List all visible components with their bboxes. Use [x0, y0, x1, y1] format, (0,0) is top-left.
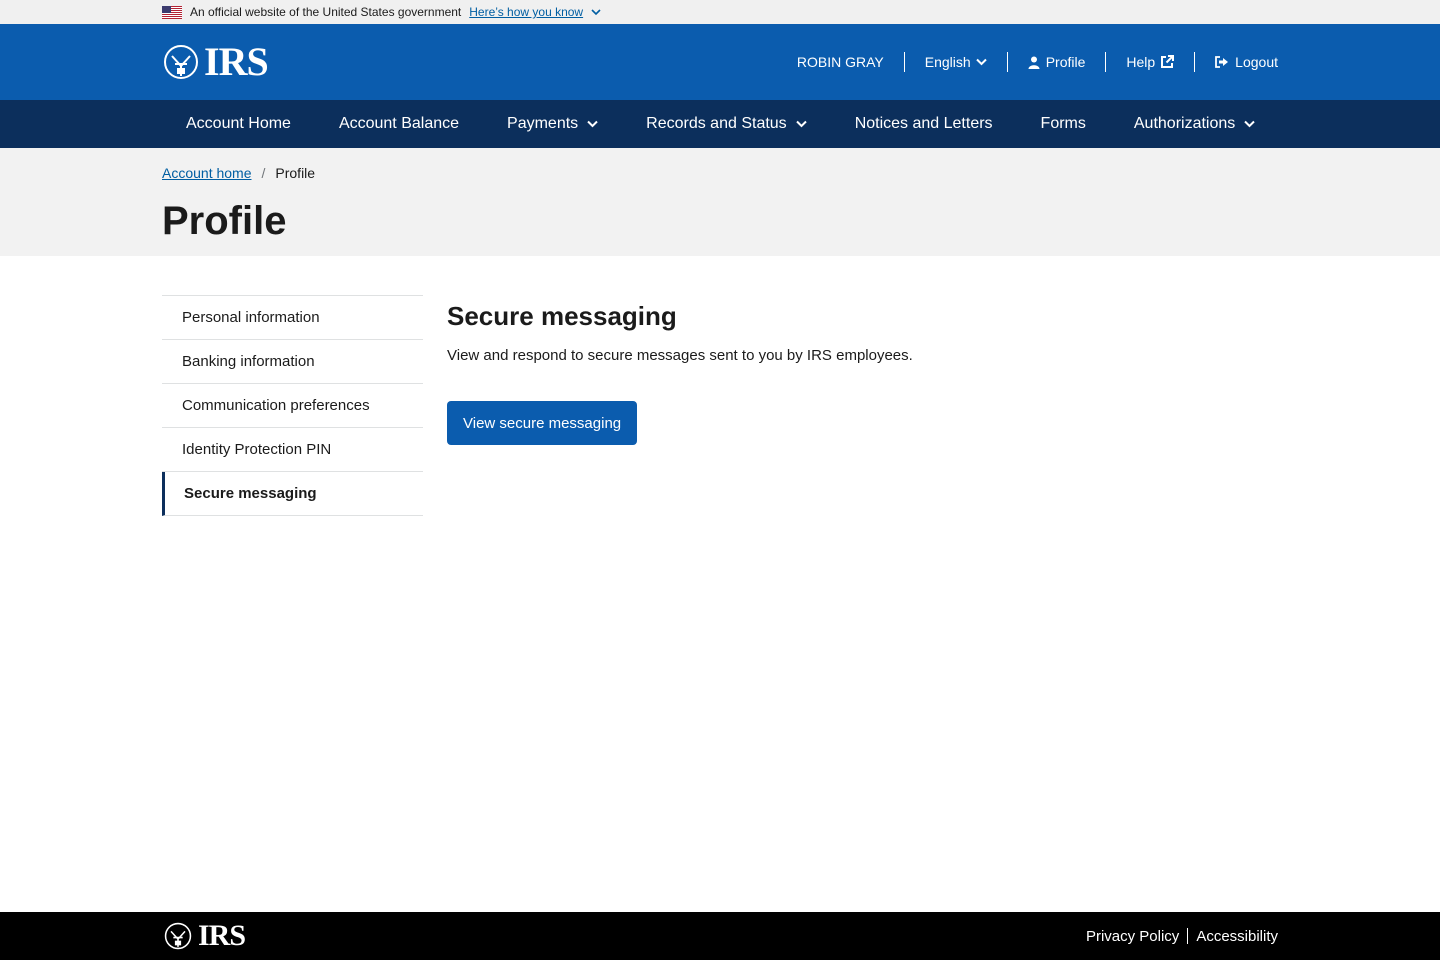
nav-label: Authorizations [1133, 115, 1236, 132]
user-name: ROBIN GRAY [777, 52, 904, 72]
sidenav-label: Personal information [182, 309, 320, 326]
nav-label: Records and Status [646, 115, 787, 132]
chevron-down-icon [975, 58, 987, 66]
sidenav-item-banking-information[interactable]: Banking information [162, 340, 423, 384]
footer-divider [1187, 928, 1189, 944]
gov-banner-text: An official website of the United States… [190, 5, 462, 19]
nav-account-home[interactable]: Account Home [162, 100, 315, 148]
nav-notices-and-letters[interactable]: Notices and Letters [831, 100, 1017, 148]
side-nav: Personal information Banking information… [162, 295, 423, 516]
sidenav-item-personal-information[interactable]: Personal information [162, 296, 423, 340]
nav-records-and-status[interactable]: Records and Status [622, 100, 831, 148]
chevron-down-icon [795, 120, 807, 128]
nav-label: Account Home [186, 115, 291, 132]
site-header: IRS ROBIN GRAY English Profile Help Logo… [0, 24, 1440, 100]
footer-links: Privacy Policy Accessibility [1086, 928, 1278, 945]
footer-logo-text: IRS [198, 919, 246, 952]
profile-label: Profile [1045, 54, 1086, 70]
breadcrumb: Account home / Profile [162, 164, 1278, 181]
logout-icon [1215, 56, 1229, 68]
external-link-icon [1161, 55, 1175, 68]
chevron-down-icon [587, 120, 598, 128]
gov-banner: An official website of the United States… [0, 0, 1440, 24]
nav-label: Payments [507, 115, 579, 132]
logo-text: IRS [204, 39, 269, 84]
chevron-down-icon [1244, 120, 1255, 128]
section-heading: Secure messaging [447, 301, 677, 331]
logout-link[interactable]: Logout [1194, 52, 1278, 72]
sidenav-label: Banking information [182, 353, 315, 370]
section-description: View and respond to secure messages sent… [447, 347, 913, 364]
sidenav-item-identity-protection-pin[interactable]: Identity Protection PIN [162, 428, 423, 472]
view-secure-messaging-button[interactable]: View secure messaging [447, 401, 638, 445]
sidenav-label: Secure messaging [184, 485, 317, 502]
nav-label: Notices and Letters [854, 115, 993, 132]
irs-eagle-icon [164, 45, 198, 79]
sidenav-item-communication-preferences[interactable]: Communication preferences [162, 384, 423, 428]
nav-authorizations[interactable]: Authorizations [1110, 100, 1279, 148]
user-name-text: ROBIN GRAY [796, 54, 884, 70]
language-selector[interactable]: English [903, 52, 1007, 72]
breadcrumb-separator: / [261, 164, 266, 181]
page-header: Account home / Profile Profile [0, 148, 1440, 256]
irs-eagle-icon [164, 922, 192, 950]
logout-label: Logout [1235, 54, 1278, 70]
profile-link[interactable]: Profile [1006, 52, 1106, 72]
help-link[interactable]: Help [1105, 52, 1194, 72]
breadcrumb-current: Profile [275, 164, 316, 181]
sidenav-label: Communication preferences [182, 397, 370, 414]
chevron-down-icon[interactable] [591, 7, 601, 17]
nav-payments[interactable]: Payments [483, 100, 622, 148]
nav-label: Account Balance [338, 115, 460, 132]
nav-account-balance[interactable]: Account Balance [315, 100, 483, 148]
user-icon [1028, 56, 1040, 69]
secure-messaging-section: Secure messaging View and respond to sec… [447, 295, 913, 516]
site-footer: IRS Privacy Policy Accessibility [0, 912, 1440, 960]
help-label: Help [1126, 54, 1156, 70]
language-label: English [924, 54, 971, 70]
page-title: Profile [162, 199, 287, 243]
irs-logo[interactable]: IRS [162, 39, 269, 84]
nav-forms[interactable]: Forms [1017, 100, 1110, 148]
accessibility-link[interactable]: Accessibility [1196, 928, 1278, 945]
nav-label: Forms [1040, 115, 1086, 132]
main-content: Personal information Banking information… [0, 256, 1440, 516]
primary-nav: Account Home Account Balance Payments Re… [0, 100, 1440, 148]
us-flag-icon [162, 5, 182, 19]
footer-irs-logo[interactable]: IRS [162, 919, 246, 952]
breadcrumb-account-home[interactable]: Account home [162, 165, 252, 181]
privacy-policy-link[interactable]: Privacy Policy [1086, 928, 1179, 945]
sidenav-item-secure-messaging[interactable]: Secure messaging [162, 472, 423, 516]
sidenav-label: Identity Protection PIN [182, 441, 332, 458]
heres-how-you-know-link[interactable]: Here’s how you know [469, 5, 583, 19]
utility-nav: ROBIN GRAY English Profile Help Logout [777, 52, 1278, 72]
